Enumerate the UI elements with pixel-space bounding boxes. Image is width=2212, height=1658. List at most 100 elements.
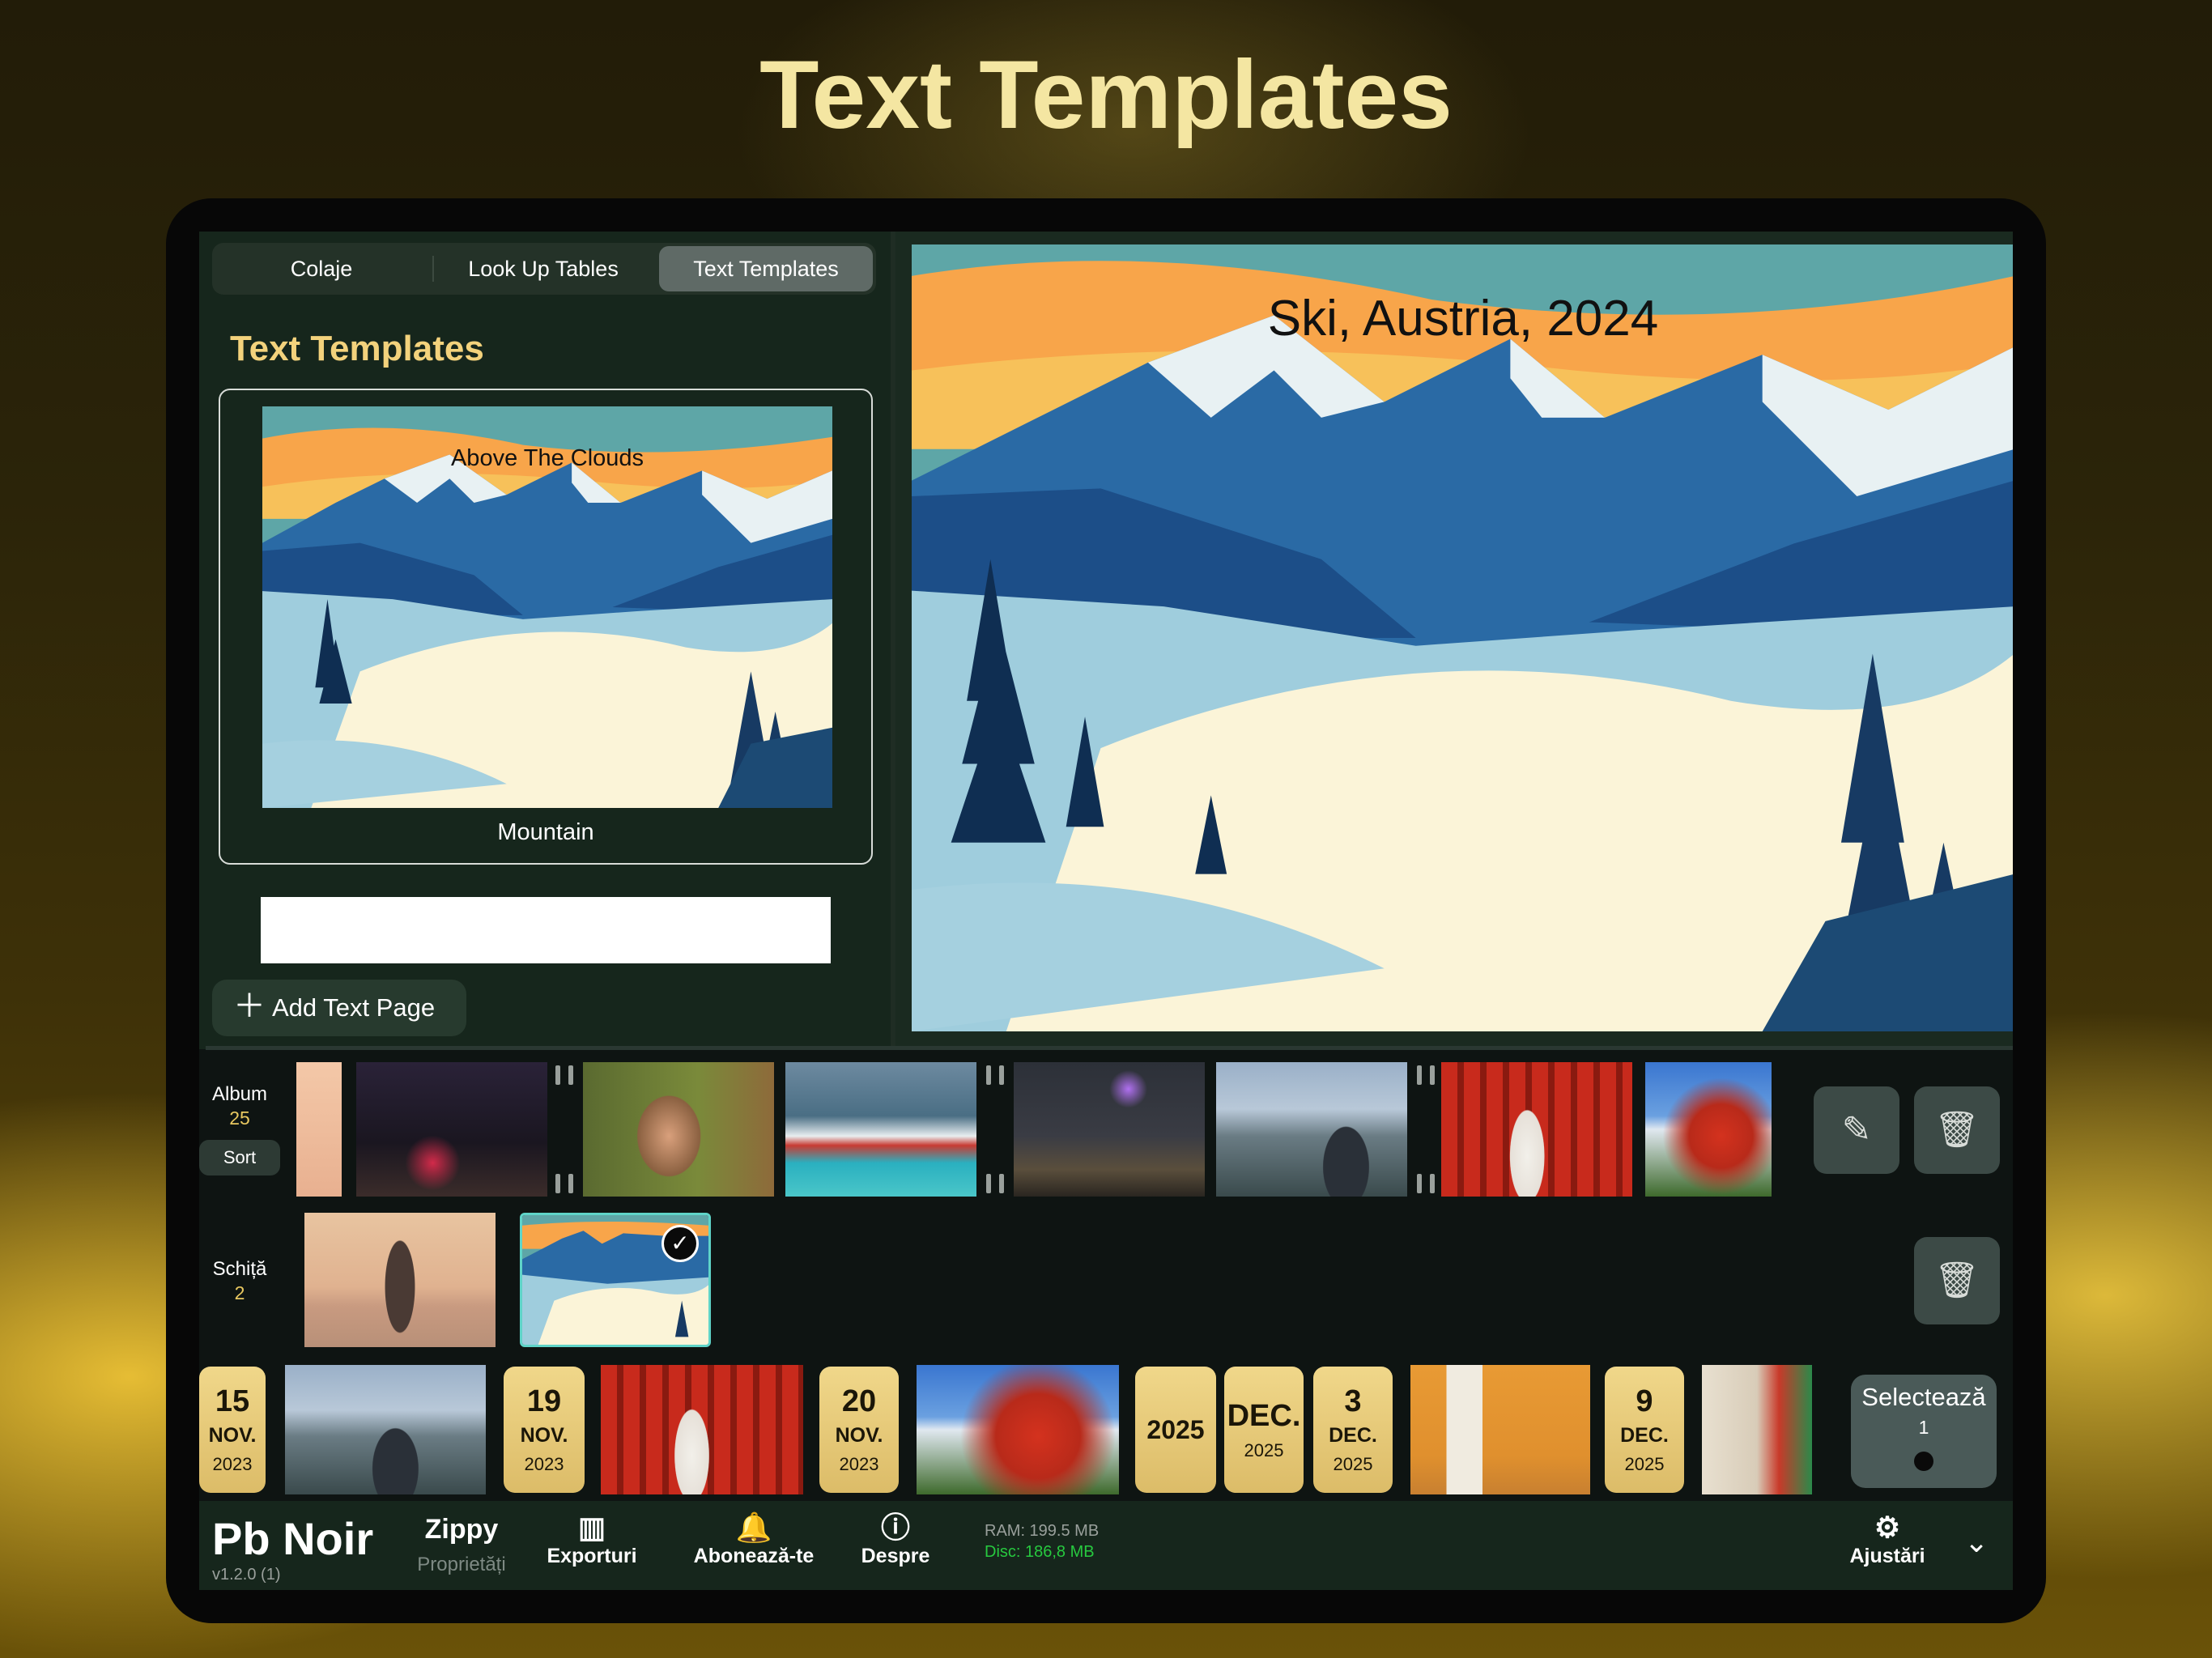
- headline: Text Templates: [759, 40, 1453, 149]
- trash-icon: 🗑: [1934, 1261, 1980, 1300]
- draft-label: Schiță: [212, 1258, 267, 1280]
- album-photo-seaplane[interactable]: [785, 1062, 976, 1197]
- album-count: 25: [229, 1107, 250, 1129]
- album-photo-torii[interactable]: [1441, 1062, 1632, 1197]
- album-photo-night-beach[interactable]: [356, 1062, 547, 1197]
- film-divider: [981, 1062, 1009, 1197]
- select-label: Selectează: [1861, 1383, 1986, 1411]
- preview-overlay-text: Ski, Austria, 2024: [1267, 291, 1659, 346]
- delete-album-button[interactable]: 🗑: [1914, 1086, 2000, 1174]
- date-year: 2025: [1333, 1454, 1373, 1474]
- date-tile[interactable]: 20 NOV. 2023: [819, 1367, 899, 1493]
- timeline-photo-orange-wall[interactable]: [1410, 1365, 1590, 1494]
- date-year: 2025: [1244, 1440, 1284, 1460]
- date-year: 2025: [1624, 1454, 1665, 1474]
- exports-label: Exporturi: [547, 1545, 637, 1567]
- mountain-thumbnail: [522, 1215, 708, 1345]
- date-month: NOV.: [520, 1424, 568, 1447]
- date-tile[interactable]: 15 NOV. 2023: [199, 1367, 266, 1493]
- date-year: 2023: [212, 1454, 253, 1474]
- tab-text-templates[interactable]: Text Templates: [659, 246, 873, 291]
- ski-mountain-illustration: [912, 244, 2013, 1031]
- exports-button[interactable]: ▥ Exporturi: [531, 1511, 653, 1568]
- draft-photo-mountain-template[interactable]: ✓: [520, 1213, 711, 1347]
- draft-count: 2: [234, 1282, 245, 1303]
- segment-divider: [432, 256, 434, 282]
- date-tile[interactable]: 3 DEC. 2025: [1313, 1367, 1393, 1493]
- timeline-photo-fuji[interactable]: [285, 1365, 486, 1494]
- album-photo-sunset-sea[interactable]: [296, 1062, 342, 1197]
- project-properties-label: Proprietăți: [417, 1554, 506, 1575]
- tab-lookup-tables[interactable]: Look Up Tables: [437, 246, 649, 291]
- trash-icon: 🗑: [1934, 1110, 1980, 1150]
- date-tile[interactable]: 19 NOV. 2023: [504, 1367, 585, 1493]
- add-text-page-label: Add Text Page: [272, 993, 436, 1022]
- draft-photo-sailboat[interactable]: [304, 1213, 496, 1347]
- section-separator: [206, 1046, 2013, 1050]
- edit-button[interactable]: ✎: [1814, 1086, 1899, 1174]
- bell-icon: 🔔: [735, 1511, 772, 1544]
- tab-colaje[interactable]: Colaje: [215, 246, 428, 291]
- date-day: 9: [1636, 1384, 1653, 1418]
- add-text-page-button[interactable]: ＋ Add Text Page: [212, 980, 466, 1036]
- project-properties-button[interactable]: Zippy Proprietăți: [397, 1514, 526, 1576]
- template-card-mountain[interactable]: Above The Clouds Mountain: [219, 389, 873, 865]
- date-day: 19: [526, 1384, 562, 1418]
- select-button[interactable]: Selectează 1: [1851, 1375, 1997, 1488]
- section-title: Text Templates: [230, 329, 484, 368]
- date-month: NOV.: [835, 1424, 883, 1447]
- date-month: NOV.: [208, 1424, 257, 1447]
- sliders-icon: ⚙: [1874, 1511, 1901, 1544]
- year-tile[interactable]: 2025: [1135, 1367, 1216, 1493]
- template-overlay-text: Above The Clouds: [450, 445, 644, 471]
- date-tile[interactable]: 9 DEC. 2025: [1605, 1367, 1684, 1493]
- album-photo-red-tree[interactable]: [1645, 1062, 1772, 1197]
- subscribe-label: Abonează-te: [693, 1545, 815, 1567]
- album-photo-night-city[interactable]: [1014, 1062, 1205, 1197]
- date-year: 2023: [524, 1454, 564, 1474]
- date-day: 3: [1344, 1384, 1362, 1418]
- preview-image[interactable]: Ski, Austria, 2024: [912, 244, 2013, 1031]
- delete-draft-button[interactable]: 🗑: [1914, 1237, 2000, 1324]
- checkmark-icon: ✓: [661, 1225, 699, 1262]
- blank-template-card[interactable]: [261, 897, 831, 963]
- project-name: Zippy: [424, 1514, 499, 1545]
- about-button[interactable]: ⓘ Despre: [847, 1511, 944, 1568]
- template-thumbnail: Above The Clouds: [262, 406, 832, 808]
- month-tile[interactable]: DEC. 2025: [1224, 1367, 1304, 1493]
- timeline-photo-torii[interactable]: [601, 1365, 803, 1494]
- pencil-icon: ✎: [1841, 1110, 1872, 1150]
- chevron-down-icon[interactable]: ⌄: [1964, 1525, 1989, 1559]
- plus-icon: ＋: [233, 988, 266, 1024]
- album-photo-portrait[interactable]: [583, 1062, 774, 1197]
- about-label: Despre: [861, 1545, 930, 1567]
- info-icon: ⓘ: [880, 1511, 910, 1544]
- settings-button[interactable]: ⚙ Ajustări: [1835, 1511, 1940, 1568]
- template-name: Mountain: [497, 819, 594, 845]
- select-count: 1: [1918, 1417, 1929, 1438]
- date-day: 15: [215, 1384, 250, 1418]
- film-divider: [551, 1062, 578, 1197]
- date-year: 2023: [839, 1454, 879, 1474]
- timeline-photo-red-tree[interactable]: [917, 1365, 1119, 1494]
- templates-panel: Colaje Look Up Tables Text Templates Tex…: [199, 232, 891, 1049]
- sort-button[interactable]: Sort: [199, 1140, 280, 1175]
- books-icon: ▥: [577, 1511, 606, 1544]
- timeline-photo-room[interactable]: [1702, 1365, 1812, 1494]
- subscribe-button[interactable]: 🔔 Abonează-te: [677, 1511, 831, 1568]
- app-screen: Colaje Look Up Tables Text Templates Tex…: [199, 232, 2013, 1590]
- preview-panel: Ski, Austria, 2024: [895, 232, 2013, 1049]
- disk-usage: Disc: 186,8 MB: [985, 1543, 1095, 1561]
- album-label: Album: [211, 1083, 268, 1105]
- date-day: 20: [841, 1384, 877, 1418]
- app-version: v1.2.0 (1): [212, 1566, 281, 1584]
- date-month: DEC.: [1329, 1424, 1377, 1447]
- film-divider: [1412, 1062, 1440, 1197]
- segmented-control: Colaje Look Up Tables Text Templates: [212, 243, 876, 295]
- settings-label: Ajustări: [1849, 1545, 1925, 1567]
- app-name: Pb Noir: [212, 1513, 374, 1564]
- selection-dot-icon: [1914, 1452, 1933, 1471]
- date-month: DEC.: [1227, 1399, 1301, 1433]
- ram-usage: RAM: 199.5 MB: [985, 1522, 1100, 1540]
- album-photo-fuji-lake[interactable]: [1216, 1062, 1407, 1197]
